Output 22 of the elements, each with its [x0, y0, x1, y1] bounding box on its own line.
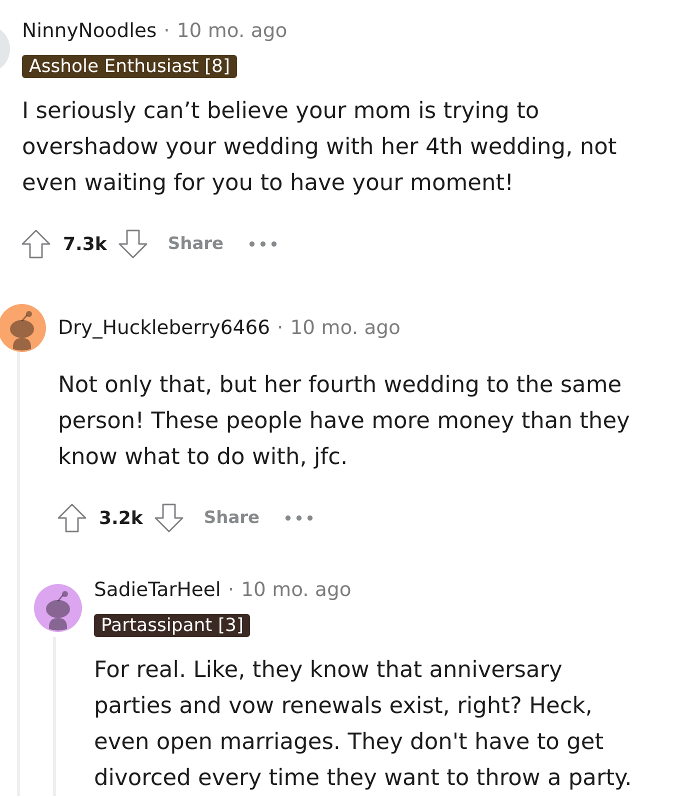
username-link[interactable]: NinnyNoodles [22, 19, 157, 43]
separator-dot: · [228, 578, 234, 602]
username-link[interactable]: SadieTarHeel [94, 578, 221, 602]
more-icon[interactable] [248, 240, 278, 248]
downvote-arrow-icon[interactable] [116, 228, 149, 260]
upvote-arrow-icon[interactable] [56, 502, 88, 534]
comment-text: For real. Like, they know that anniversary parties and vow renewals exist, right? Heck, even open marriages. They don't have to get divorced every time they want to throw a party. [94, 656, 633, 793]
timestamp: 10 mo. ago [241, 578, 352, 602]
vote-count: 7.3k [63, 234, 107, 254]
timestamp: 10 mo. ago [290, 316, 400, 340]
more-icon[interactable] [284, 514, 314, 522]
username-link[interactable]: Dry_Huckleberry6466 [58, 316, 270, 340]
comment-text: Not only that, but her fourth wedding to the same person! These people have more money than they know what to do with, jfc. [58, 371, 631, 472]
vote-count: 3.2k [99, 508, 143, 528]
user-flair: Asshole Enthusiast [8] [22, 55, 238, 78]
separator-dot: · [164, 19, 170, 43]
user-flair: Partassipant [3] [94, 614, 250, 637]
upvote-arrow-icon[interactable] [20, 228, 52, 260]
comment-text: I seriously can’t believe your mom is trying to overshadow your wedding with her 4th wedding, not even waiting for you to have your moment! [22, 97, 618, 198]
timestamp: 10 mo. ago [176, 19, 288, 43]
downvote-arrow-icon[interactable] [152, 502, 185, 534]
separator-dot: · [277, 316, 284, 340]
